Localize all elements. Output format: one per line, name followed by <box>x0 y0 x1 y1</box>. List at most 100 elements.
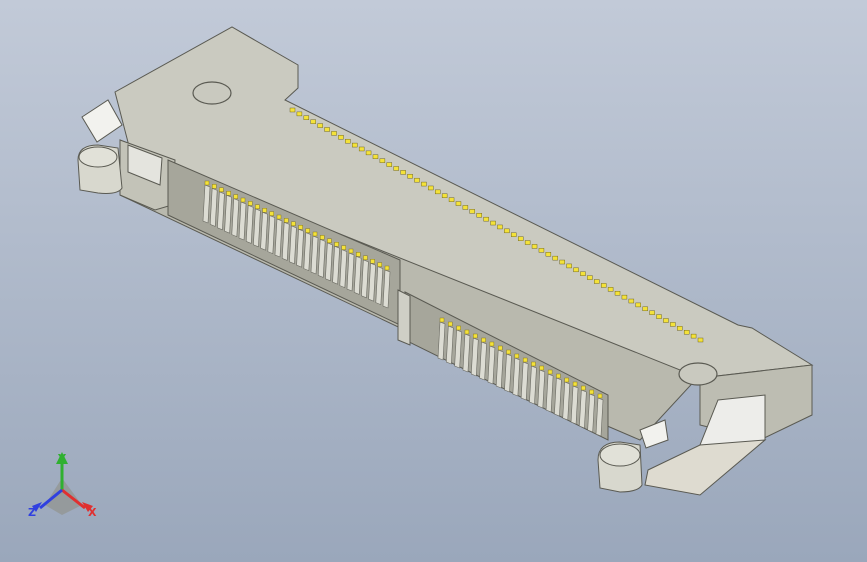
contact-tip <box>312 231 318 237</box>
rear-contact <box>393 166 399 171</box>
rear-contact <box>407 174 413 179</box>
contact-tip <box>334 241 339 247</box>
rear-contact <box>559 259 565 265</box>
y-axis-label: Y <box>57 452 67 465</box>
right-post-cap <box>599 443 641 467</box>
rear-contact <box>379 158 386 163</box>
rear-contact <box>635 302 641 308</box>
rear-contact <box>524 240 531 245</box>
rear-contact <box>303 115 310 120</box>
rear-contact <box>483 216 489 222</box>
contact-tip <box>464 329 470 335</box>
contact-tip <box>211 184 217 189</box>
rear-contact <box>518 236 524 241</box>
rear-contact <box>289 107 296 113</box>
contact-tip <box>539 365 544 371</box>
rear-contact <box>414 177 420 183</box>
rear-contact <box>545 252 552 257</box>
right-latch-ramp <box>644 439 767 496</box>
rear-contact <box>310 119 316 124</box>
contact-tip <box>327 238 332 244</box>
rear-contact <box>421 181 427 187</box>
rear-contact <box>642 306 648 312</box>
connector-3d-model[interactable]: Y X Z <box>0 0 867 562</box>
rear-contact <box>469 209 475 214</box>
rear-contact <box>690 333 697 339</box>
rear-contact <box>677 326 683 331</box>
contact-tip <box>556 373 561 379</box>
rear-contact <box>331 131 337 136</box>
mounting-hole-right <box>678 362 718 386</box>
contact-tip <box>384 265 390 271</box>
rear-contact <box>386 162 393 167</box>
contact-tip <box>589 389 594 395</box>
rear-contact <box>580 271 586 276</box>
rear-contact <box>455 201 462 206</box>
contact-tip <box>348 248 354 254</box>
rear-contact <box>614 291 621 296</box>
contact-tip <box>219 187 224 193</box>
contact-tip <box>356 252 361 257</box>
contact-tip <box>547 369 553 375</box>
contact-tip <box>363 255 368 261</box>
contact-tip <box>481 337 486 343</box>
contact-tip <box>564 377 569 383</box>
rear-contact <box>448 197 455 202</box>
rear-contact <box>358 146 365 152</box>
rear-contact <box>697 337 704 343</box>
contact-tip <box>298 224 303 230</box>
contact-tip <box>291 221 296 227</box>
rear-contact <box>338 135 344 140</box>
contact-tip <box>370 259 375 264</box>
rear-contact <box>428 185 434 191</box>
rear-contact <box>621 294 628 300</box>
rear-contact <box>441 193 448 198</box>
x-axis-label: X <box>88 506 97 519</box>
contact-tip <box>514 353 520 359</box>
axis-triad: Y X Z <box>28 452 97 519</box>
contact-tip <box>489 341 495 347</box>
contact-tip <box>506 349 511 355</box>
rear-contact <box>490 220 496 226</box>
contact-tip <box>448 321 453 327</box>
rear-contact <box>324 127 330 132</box>
contact-tip <box>269 211 274 216</box>
mounting-hole-left <box>192 81 232 105</box>
contact-tip <box>320 235 325 240</box>
rear-contact <box>317 123 323 128</box>
contact-tip <box>262 207 267 213</box>
contact-tip <box>276 214 282 220</box>
rear-contact <box>594 279 600 284</box>
contact-tip <box>522 357 528 363</box>
rear-contact <box>365 150 372 156</box>
rear-contact <box>600 283 607 288</box>
contact-tip <box>233 194 239 199</box>
rear-contact <box>435 189 441 195</box>
left-post-cap <box>78 146 118 168</box>
contact-tip <box>226 190 231 196</box>
contact-tip <box>377 262 382 267</box>
contact-tip <box>341 245 346 250</box>
rear-contact <box>656 314 662 319</box>
contact-tip <box>247 201 253 206</box>
contact-tip <box>572 381 578 387</box>
rear-contact <box>670 322 676 327</box>
cad-viewport[interactable]: Y X Z <box>0 0 867 562</box>
contact-tip <box>204 180 210 186</box>
contact-tip <box>284 218 289 223</box>
rear-contact <box>531 244 538 249</box>
contact-tip <box>597 393 603 399</box>
rear-contact <box>683 330 690 335</box>
contact-tip <box>456 325 461 331</box>
contact-tip <box>255 204 260 210</box>
rear-contact <box>587 275 593 280</box>
rear-contact <box>566 263 572 269</box>
rear-contact <box>476 213 482 218</box>
rear-contact <box>607 287 614 292</box>
rear-contact <box>497 224 503 230</box>
rear-contact <box>504 228 510 234</box>
contact-tip <box>581 385 586 391</box>
rear-contact <box>345 138 351 144</box>
contact-tip <box>498 345 503 351</box>
rear-contact <box>649 310 655 315</box>
